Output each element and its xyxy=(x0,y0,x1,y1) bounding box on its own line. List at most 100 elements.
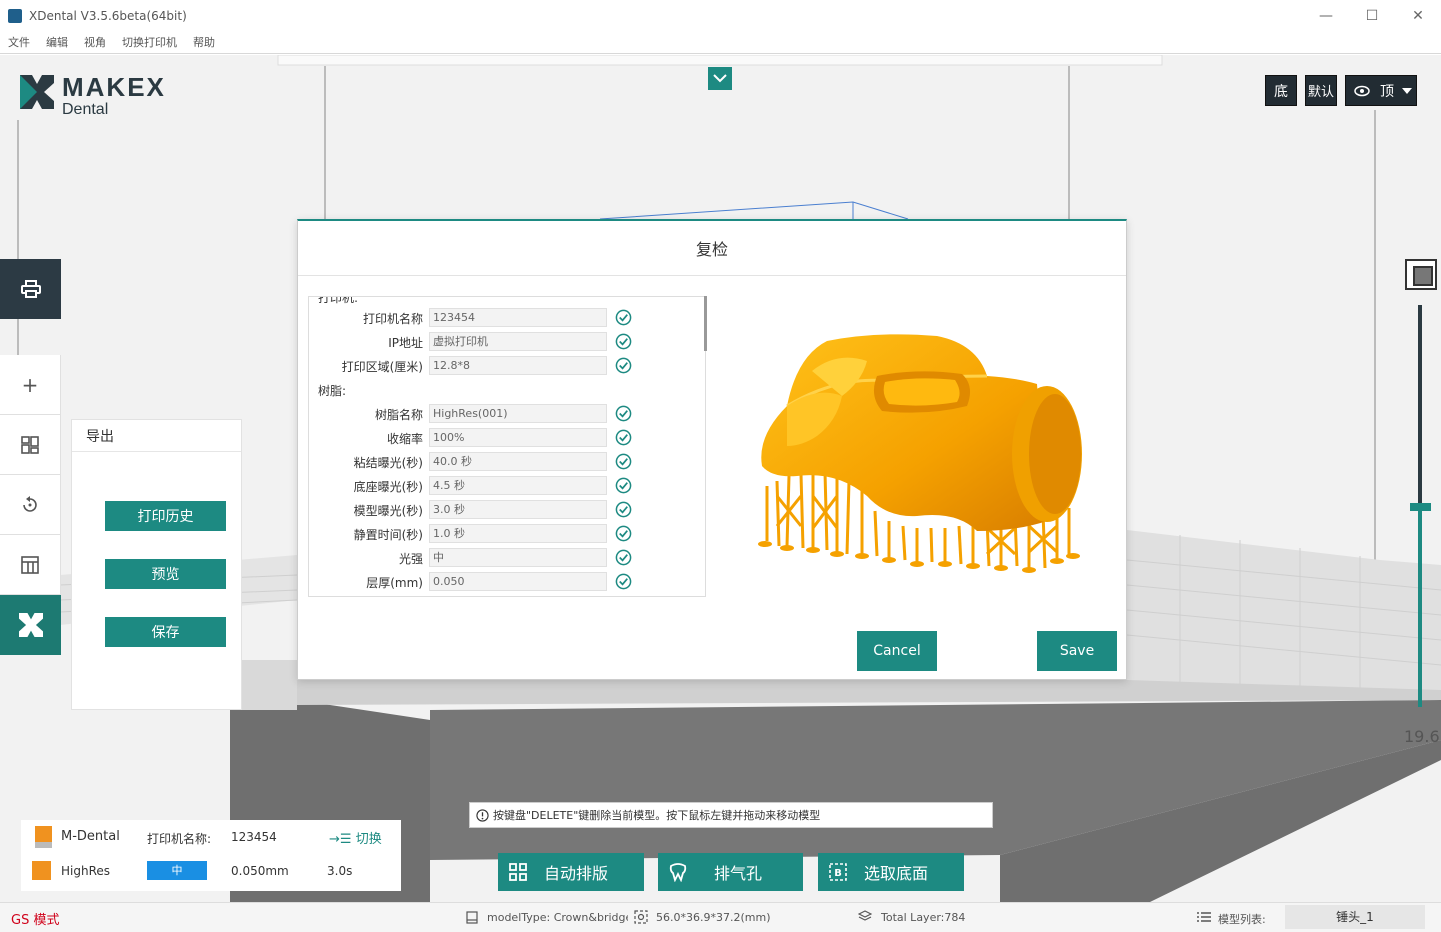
recheck-form[interactable]: 打印机: 打印机名称 123454 IP地址 虚拟打印机 打印区域(厘米) 12… xyxy=(308,296,706,597)
status-bar: GS 模式 modelType: Crown&bridge 56.0*36.9*… xyxy=(0,902,1441,932)
layout-tool-button[interactable] xyxy=(0,415,61,475)
dimension-icon xyxy=(634,910,648,924)
model-type: modelType: Crown&bridge xyxy=(487,911,628,924)
support-icon xyxy=(21,555,39,574)
check-circle-icon xyxy=(615,405,632,422)
title-bar: XDental V3.5.6beta(64bit) — ☐ ✕ xyxy=(0,0,1441,31)
field-value: 1.0 秒 xyxy=(429,524,607,543)
check-circle-icon xyxy=(615,333,632,350)
layer-slider-value: 19.6 xyxy=(1404,727,1440,746)
select-base-button[interactable]: B 选取底面 xyxy=(818,853,964,891)
field-value: HighRes(001) xyxy=(429,404,607,423)
printer-swatch xyxy=(35,826,52,848)
export-panel-title: 导出 xyxy=(72,420,241,452)
printer-name-value: 123454 xyxy=(231,830,277,844)
menu-edit[interactable]: 编辑 xyxy=(46,34,68,50)
field-label: 树脂名称 xyxy=(374,408,423,422)
switch-printer-button[interactable]: →☰ 切换 xyxy=(329,828,382,847)
mode-label: GS 模式 xyxy=(11,913,60,928)
makex-logo-mark xyxy=(20,75,54,109)
list-icon xyxy=(1197,912,1211,922)
layer-slider-top-button[interactable] xyxy=(1405,259,1437,290)
printer-tool-button[interactable] xyxy=(0,259,61,319)
menu-file[interactable]: 文件 xyxy=(8,34,30,50)
check-circle-icon xyxy=(615,429,632,446)
support-tool-button[interactable] xyxy=(0,535,61,595)
preview-button[interactable]: 预览 xyxy=(105,559,226,589)
model-preview-render xyxy=(758,334,1082,573)
close-button[interactable]: ✕ xyxy=(1395,0,1441,31)
hint-bar: 按键盘"DELETE"键删除当前模型。按下鼠标左键并拖动来移动模型 xyxy=(469,802,993,828)
menu-switch-printer[interactable]: 切换打印机 xyxy=(122,34,177,50)
printer-icon xyxy=(20,280,41,298)
form-scrollbar[interactable] xyxy=(704,296,707,351)
view-top-label: 顶 xyxy=(1380,83,1394,100)
check-circle-icon xyxy=(615,477,632,494)
field-row: 树脂名称 HighRes(001) xyxy=(309,404,705,424)
printer-brand: M-Dental xyxy=(61,829,120,844)
menu-help[interactable]: 帮助 xyxy=(193,34,215,50)
eye-icon xyxy=(1354,85,1370,96)
minimize-button[interactable]: — xyxy=(1303,0,1349,31)
view-default-button[interactable]: 默认 xyxy=(1305,75,1337,106)
field-row: 收缩率 100% xyxy=(309,428,705,448)
field-value: 123454 xyxy=(429,308,607,327)
check-circle-icon xyxy=(615,525,632,542)
total-layer: Total Layer:784 xyxy=(881,911,966,924)
cancel-button[interactable]: Cancel xyxy=(857,631,937,671)
field-row: 光强 中 xyxy=(309,548,705,568)
logo-text: MAKEX xyxy=(62,72,166,102)
model-type-icon xyxy=(466,911,478,924)
dialog-title: 复检 xyxy=(298,221,1126,276)
field-row: 底座曝光(秒) 4.5 秒 xyxy=(309,476,705,496)
check-circle-icon xyxy=(615,501,632,518)
field-value: 40.0 秒 xyxy=(429,452,607,471)
export-panel: 导出 打印历史 预览 保存 xyxy=(71,419,242,710)
view-dropdown-button[interactable]: 顶 xyxy=(1345,75,1417,106)
add-model-button[interactable]: + xyxy=(0,355,61,415)
field-label: 层厚(mm) xyxy=(366,576,423,590)
save-export-button[interactable]: 保存 xyxy=(105,617,226,647)
model-list-select[interactable]: 锤头_1 xyxy=(1285,905,1425,929)
layer-slider-handle[interactable] xyxy=(1410,503,1431,511)
field-label: IP地址 xyxy=(388,336,423,350)
field-value: 100% xyxy=(429,428,607,447)
printer-name-label: 打印机名称: xyxy=(147,832,212,846)
field-label: 打印机名称 xyxy=(362,312,423,326)
field-value: 中 xyxy=(429,548,607,567)
resin-section-label: 树脂: xyxy=(318,384,347,398)
model-preview xyxy=(717,296,1117,596)
resin-name: HighRes xyxy=(61,864,111,878)
info-icon xyxy=(476,808,489,822)
layers-icon xyxy=(858,910,872,921)
field-label: 粘结曝光(秒) xyxy=(353,456,423,470)
auto-layout-button[interactable]: 自动排版 xyxy=(498,853,644,891)
menu-bar: 文件 编辑 视角 切换打印机 帮助 xyxy=(0,31,1441,54)
field-label: 光强 xyxy=(398,552,423,566)
vent-hole-button[interactable]: 排气孔 xyxy=(658,853,803,891)
field-label: 模型曝光(秒) xyxy=(353,504,423,518)
rotate-icon xyxy=(23,495,37,512)
export-tool-button[interactable] xyxy=(0,595,61,655)
resin-swatch xyxy=(32,861,51,880)
view-bottom-button[interactable]: 底 xyxy=(1265,75,1297,106)
printer-info-panel: M-Dental 打印机名称: 123454 →☰ 切换 HighRes 中 0… xyxy=(21,820,401,891)
field-value: 3.0 秒 xyxy=(429,500,607,519)
rotate-tool-button[interactable] xyxy=(0,475,61,535)
field-label: 底座曝光(秒) xyxy=(353,480,423,494)
layer-thickness: 0.050mm xyxy=(231,864,289,878)
check-circle-icon xyxy=(615,453,632,470)
field-value: 12.8*8 xyxy=(429,356,607,375)
field-value: 4.5 秒 xyxy=(429,476,607,495)
field-row: 层厚(mm) 0.050 xyxy=(309,572,705,592)
check-circle-icon xyxy=(615,357,632,374)
model-list-label: 模型列表: xyxy=(1218,913,1266,926)
menu-view[interactable]: 视角 xyxy=(84,34,106,50)
window-title: XDental V3.5.6beta(64bit) xyxy=(29,8,187,23)
hint-text: 按键盘"DELETE"键删除当前模型。按下鼠标左键并拖动来移动模型 xyxy=(493,809,821,822)
maximize-button[interactable]: ☐ xyxy=(1349,0,1395,31)
save-button[interactable]: Save xyxy=(1037,631,1117,671)
print-history-button[interactable]: 打印历史 xyxy=(105,501,226,531)
recheck-dialog: 复检 打印机: 打印机名称 123454 IP地址 虚拟打印机 打印区域(厘米)… xyxy=(297,219,1127,680)
check-circle-icon xyxy=(615,309,632,326)
